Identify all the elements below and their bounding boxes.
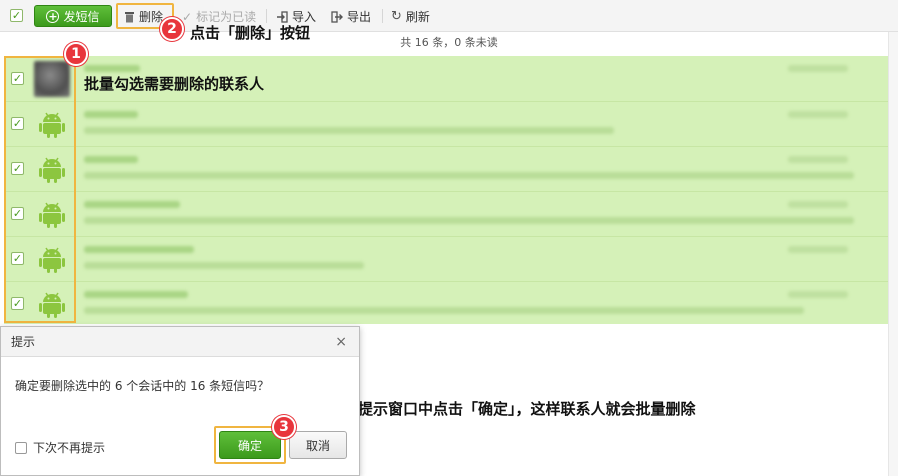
cancel-button[interactable]: 取消 — [289, 431, 347, 459]
dialog-message: 确定要删除选中的 6 个会话中的 16 条短信吗？ — [15, 379, 270, 393]
export-icon — [331, 10, 343, 23]
export-button[interactable]: 导出 — [331, 8, 371, 25]
blurred-time — [788, 291, 848, 298]
step-1-annotation: 批量勾选需要删除的联系人 — [84, 75, 265, 93]
step-3-badge: 3 — [272, 415, 296, 439]
blurred-contact-name — [84, 156, 138, 163]
import-icon — [277, 10, 288, 23]
dialog-header: 提示 × — [1, 327, 359, 357]
blurred-contact-name — [84, 291, 188, 298]
dont-show-again-checkbox[interactable] — [15, 441, 27, 454]
plus-icon: + — [46, 9, 60, 23]
blurred-time — [788, 111, 848, 118]
dialog-title: 提示 — [11, 335, 36, 349]
send-sms-button[interactable]: + 发短信 — [34, 5, 112, 27]
selection-highlight-box — [4, 56, 76, 323]
toolbar-divider — [382, 9, 383, 23]
list-item[interactable]: ✓ — [4, 146, 888, 192]
blurred-contact-name — [84, 111, 138, 118]
blurred-message-preview — [84, 172, 854, 179]
blurred-contact-name — [84, 201, 180, 208]
select-all-checkbox[interactable]: ✓ — [10, 9, 23, 22]
send-sms-label: 发短信 — [63, 9, 100, 24]
list-item[interactable]: ✓ — [4, 236, 888, 282]
message-count: 共 16 条，0 条未读 — [400, 36, 498, 49]
toolbar: ✓ + 发短信 删除 ✓ 标记为已读 导入 导出 ↻ 刷新 — [0, 0, 898, 32]
ok-button[interactable]: 确定 — [219, 431, 281, 459]
list-item[interactable]: ✓ — [4, 281, 888, 327]
confirm-dialog: 提示 × 确定要删除选中的 6 个会话中的 16 条短信吗？ 下次不再提示 确定… — [0, 326, 360, 476]
blurred-contact-name — [84, 65, 140, 72]
refresh-icon: ↻ — [391, 9, 402, 24]
blurred-message-preview — [84, 127, 614, 134]
blurred-time — [788, 246, 848, 253]
close-icon[interactable]: × — [335, 334, 347, 350]
blurred-message-preview — [84, 307, 804, 314]
blurred-contact-name — [84, 246, 194, 253]
blurred-time — [788, 65, 848, 72]
step-1-badge: 1 — [64, 42, 88, 66]
refresh-button[interactable]: ↻ 刷新 — [391, 8, 430, 25]
blurred-message-preview — [84, 217, 854, 224]
scrollbar[interactable] — [888, 32, 898, 476]
dont-show-again-label: 下次不再提示 — [33, 441, 106, 455]
blurred-message-preview — [84, 262, 364, 269]
dont-show-again-option[interactable]: 下次不再提示 — [15, 439, 105, 456]
step-2-badge: 2 — [160, 17, 184, 41]
refresh-label: 刷新 — [405, 10, 430, 24]
list-item[interactable]: ✓ — [4, 191, 888, 237]
export-label: 导出 — [347, 10, 372, 24]
list-item[interactable]: ✓ — [4, 101, 888, 147]
toolbar-divider — [266, 9, 267, 23]
blurred-time — [788, 201, 848, 208]
conversation-list: ✓ ✓ ✓ ✓ ✓ ✓ — [4, 56, 888, 324]
blurred-time — [788, 156, 848, 163]
step-2-annotation: 点击「删除」按钮 — [190, 24, 311, 42]
